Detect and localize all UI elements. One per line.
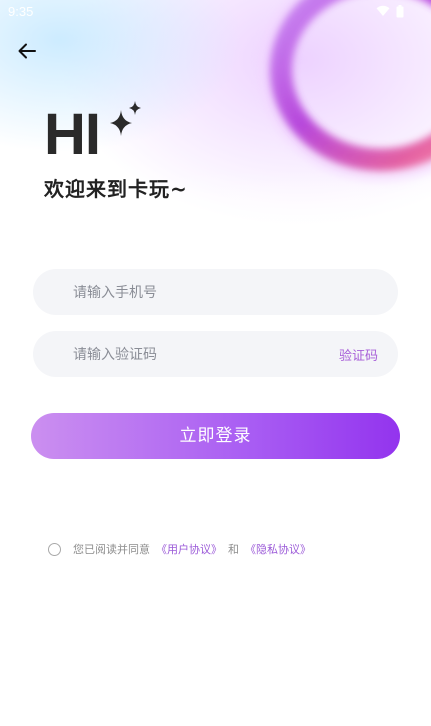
login-button[interactable]: 立即登录 — [31, 413, 400, 459]
get-code-button[interactable]: 验证码 — [339, 345, 378, 364]
agree-checkbox[interactable] — [48, 542, 61, 556]
decorative-ring — [259, 0, 431, 182]
status-bar: 9:35 — [0, 0, 431, 24]
agreement-row: 您已阅读并同意 《用户协议》 和 《隐私协议》 — [48, 541, 311, 557]
status-time: 9:35 — [8, 4, 34, 19]
greeting-title: HI — [44, 102, 101, 167]
welcome-text: 欢迎来到卡玩~ — [44, 177, 188, 201]
phone-field[interactable] — [33, 269, 398, 317]
wifi-icon — [376, 5, 390, 16]
code-field[interactable]: 验证码 — [33, 331, 398, 379]
code-input[interactable] — [71, 331, 335, 379]
user-agreement-link[interactable]: 《用户协议》 — [156, 541, 222, 557]
privacy-agreement-link[interactable]: 《隐私协议》 — [245, 541, 311, 557]
sparkle-icon — [110, 101, 141, 136]
arrow-left-icon[interactable] — [16, 40, 38, 62]
agreement-and: 和 — [228, 543, 239, 556]
phone-input[interactable] — [71, 269, 335, 317]
agreement-prefix: 您已阅读并同意 — [73, 543, 150, 556]
battery-icon — [396, 5, 404, 18]
